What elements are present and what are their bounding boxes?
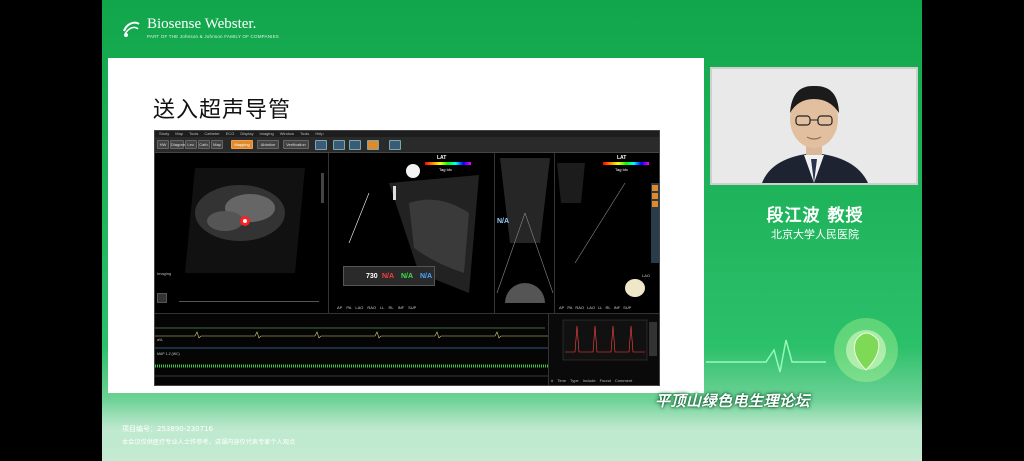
view-button[interactable]: LAO	[355, 305, 363, 310]
app-toolbar: HW Diagrams Lev. Cath. Map Mapping Ablat…	[155, 137, 659, 153]
carto-app-screenshot: Study Map Tools Catheter ECG Display Ima…	[154, 130, 660, 386]
slider-track[interactable]	[179, 301, 319, 302]
pane-control[interactable]	[157, 293, 167, 303]
toolbar-tab[interactable]: Diagrams	[170, 140, 188, 149]
na-value-blue: N/A	[420, 273, 433, 280]
mapping-button[interactable]: Mapping	[231, 140, 253, 149]
ultrasound-image	[185, 168, 324, 273]
view-button[interactable]: SUP	[623, 305, 631, 310]
view-button[interactable]: AP	[337, 305, 342, 310]
view-button[interactable]: RAO	[575, 305, 584, 310]
table-column-header: Time	[557, 378, 566, 383]
right-map-image	[557, 163, 659, 297]
view-button[interactable]: INF	[398, 305, 404, 310]
slide: 送入超声导管 Study Map Tools Catheter ECG Disp…	[108, 58, 704, 393]
screen: Biosense Webster. PART OF THE Johnson & …	[0, 0, 1024, 461]
ecg-panel: aVL MAP 1-2 (WC)	[155, 313, 548, 385]
ecg-lead-label: aVL	[157, 338, 164, 342]
toolbar-tab[interactable]: Lev.	[185, 140, 197, 149]
ice-sector	[496, 158, 554, 303]
ecg-traces	[155, 327, 548, 377]
biosense-webster-logo: Biosense Webster. PART OF THE Johnson & …	[120, 17, 279, 39]
ecg-lead-label: MAP 1-2 (WC)	[157, 352, 180, 356]
toolbar-tab[interactable]: Map	[211, 140, 223, 149]
na-center-value: N/A	[497, 218, 510, 225]
view-button[interactable]: RL	[606, 305, 611, 310]
view-button[interactable]: RL	[389, 305, 394, 310]
view-button[interactable]: INF	[614, 305, 620, 310]
na-value-green: N/A	[401, 273, 414, 280]
map-3d-pane: LAT Tag Idx 730 N/A N/A N/A AP PA LAO RA…	[329, 153, 495, 313]
map-3d-pane-right: LAT Tag Idx LAO AP PA RAO LAO LL RL INF …	[555, 153, 659, 313]
table-column-header: Type	[569, 378, 579, 383]
view-button[interactable]: LL	[598, 305, 602, 310]
ice-center-pane: N/A	[495, 153, 555, 313]
toolbar-icon[interactable]	[333, 140, 345, 150]
toolbar-icon[interactable]	[367, 140, 379, 150]
view-button[interactable]: PA	[346, 305, 351, 310]
table-column-header: Comment	[614, 378, 633, 383]
speaker-video	[710, 67, 918, 185]
table-column-header: #	[551, 378, 554, 383]
speaker-name: 段江波 教授	[766, 206, 864, 226]
logo-text: Biosense Webster.	[147, 16, 257, 32]
ablation-button[interactable]: Ablation	[257, 140, 279, 149]
project-id: 项目编号：253890-230716	[122, 425, 213, 433]
ice-fan-image	[348, 164, 479, 293]
rr-value: 730	[366, 273, 378, 280]
toolbar-icon[interactable]	[389, 140, 401, 150]
toolbar-tab[interactable]: HW	[157, 140, 169, 149]
logo-subtitle: PART OF THE Johnson & Johnson FAMILY OF …	[147, 34, 280, 39]
view-buttons-right: AP PA RAO LAO LL RL INF SUP	[559, 305, 631, 310]
view-button[interactable]: LL	[380, 305, 384, 310]
view-button[interactable]: LAO	[587, 305, 595, 310]
speaker-portrait	[712, 69, 916, 183]
na-value-red: N/A	[382, 273, 395, 280]
table-column-header: Found	[599, 378, 611, 383]
forum-title: 平顶山绿色电生理论坛	[655, 392, 811, 410]
speaker-hospital: 北京大学人民医院	[771, 228, 859, 241]
view-button[interactable]: PA	[567, 305, 572, 310]
ultrasound-pane: Imaging	[155, 153, 329, 313]
view-buttons: AP PA LAO RAO LL RL INF SUP	[337, 305, 416, 310]
view-button[interactable]: RAO	[367, 305, 376, 310]
map-table-header: # Time Type Include Found Comment	[551, 378, 632, 383]
toolbar-tab[interactable]: Cath.	[198, 140, 210, 149]
toolbar-icon[interactable]	[315, 140, 327, 150]
slide-title: 送入超声导管	[153, 98, 292, 123]
verification-button[interactable]: Verification	[283, 140, 309, 149]
biosense-logo-icon	[123, 21, 140, 37]
disclaimer: 本会议仅供医疗专业人士作参考，讲课内容仅代表专家个人观点	[122, 439, 296, 446]
view-label-right: LAO	[642, 273, 651, 278]
view-button[interactable]: AP	[559, 305, 564, 310]
view-button[interactable]: SUP	[408, 305, 416, 310]
table-column-header: Include	[582, 378, 596, 383]
toolbar-icon[interactable]	[349, 140, 361, 150]
imaging-label: Imaging	[157, 271, 172, 276]
presentation-frame: Biosense Webster. PART OF THE Johnson & …	[102, 0, 922, 461]
catheter-info-box: 730 N/A N/A N/A	[343, 266, 435, 286]
map-points-panel: # Time Type Include Found Comment	[548, 313, 659, 385]
map-histogram	[562, 319, 657, 361]
